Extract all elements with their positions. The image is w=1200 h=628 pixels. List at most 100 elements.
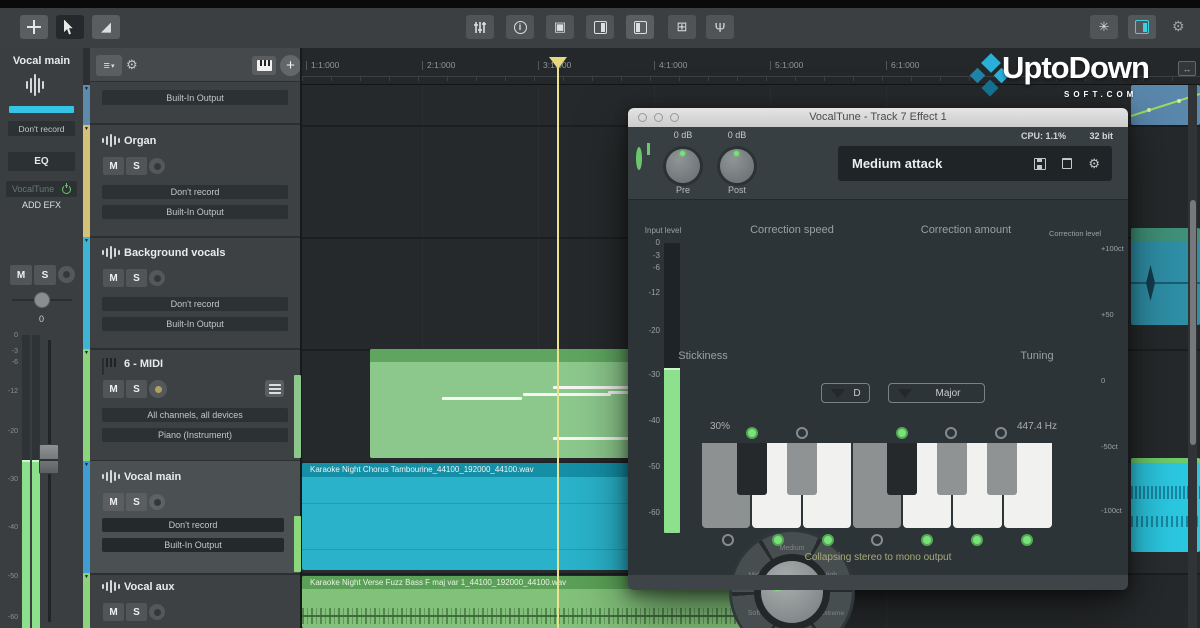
- track-solo-button[interactable]: S: [126, 603, 147, 621]
- strip-segment[interactable]: ▼: [83, 125, 90, 237]
- track-mute-button[interactable]: M: [103, 157, 124, 175]
- move-tool-button[interactable]: [20, 15, 48, 39]
- strip-segment[interactable]: ▼: [83, 85, 90, 125]
- key-asharp[interactable]: [987, 443, 1017, 495]
- zoom-fit-button[interactable]: ↔: [1178, 61, 1196, 76]
- piano-roll-button[interactable]: [265, 380, 284, 397]
- track-record-arm-button[interactable]: [149, 380, 167, 398]
- delete-preset-icon[interactable]: [1062, 158, 1072, 169]
- note-toggle-csharp[interactable]: [746, 427, 758, 439]
- tuner-button[interactable]: Ψ: [706, 15, 734, 39]
- browser-toggle-button[interactable]: [1128, 15, 1156, 39]
- sidebar-mute-button[interactable]: M: [10, 265, 32, 285]
- selected-track-row[interactable]: [90, 461, 300, 573]
- strip-segment[interactable]: ▼: [83, 461, 90, 573]
- track-mute-button[interactable]: M: [103, 493, 124, 511]
- track-output-button[interactable]: Built-In Output: [102, 90, 288, 105]
- note-toggle-g[interactable]: [921, 534, 933, 546]
- midi-clip[interactable]: [370, 349, 635, 458]
- track-record-arm-button[interactable]: [149, 494, 165, 510]
- track-solo-button[interactable]: S: [126, 493, 147, 511]
- key-gsharp[interactable]: [937, 443, 967, 495]
- key-fsharp[interactable]: [887, 443, 917, 495]
- volume-fader-handle[interactable]: [39, 444, 59, 474]
- track-name[interactable]: Vocal aux: [124, 581, 175, 593]
- key-dsharp[interactable]: [787, 443, 817, 495]
- note-toggle-c[interactable]: [722, 534, 734, 546]
- key-csharp[interactable]: [737, 443, 767, 495]
- note-toggle-gsharp[interactable]: [945, 427, 957, 439]
- track-name[interactable]: Background vocals: [124, 247, 225, 259]
- track-output-button[interactable]: Built-In Output: [102, 317, 288, 331]
- settings-gear-icon[interactable]: ⚙: [1172, 18, 1185, 35]
- track-mute-button[interactable]: M: [103, 380, 124, 398]
- track-record-arm-button[interactable]: [149, 270, 165, 286]
- track-output-button[interactable]: Built-In Output: [102, 538, 284, 552]
- note-toggle-f[interactable]: [871, 534, 883, 546]
- strip-segment[interactable]: ▼: [83, 349, 90, 461]
- vocaltune-plugin-button[interactable]: VocalTune: [6, 181, 77, 197]
- plugin-footer: [628, 575, 1128, 590]
- track-solo-button[interactable]: S: [126, 157, 147, 175]
- track-name[interactable]: Organ: [124, 135, 156, 147]
- track-record-arm-button[interactable]: [149, 158, 165, 174]
- track-record-mode-button[interactable]: Don't record: [102, 518, 284, 532]
- audio-clip-tambourine[interactable]: Karaoke Night Chorus Tambourine_44100_19…: [302, 463, 644, 570]
- scale-dropdown[interactable]: Major: [888, 383, 985, 403]
- eq-button[interactable]: EQ: [8, 152, 75, 171]
- track-record-arm-button[interactable]: [149, 604, 165, 620]
- panel-left-button[interactable]: [586, 15, 614, 39]
- note-toggle-asharp[interactable]: [995, 427, 1007, 439]
- vertical-scrollbar[interactable]: [1188, 85, 1197, 628]
- note-toggle-dsharp[interactable]: [796, 427, 808, 439]
- add-efx-button[interactable]: ADD EFX: [0, 200, 83, 210]
- preset-selector[interactable]: Medium attack ⚙: [838, 146, 1112, 181]
- track-record-mode-button[interactable]: Don't record: [102, 185, 288, 199]
- add-track-button[interactable]: +: [280, 55, 301, 76]
- track-record-mode-button[interactable]: Don't record: [102, 297, 288, 311]
- grid-select-button[interactable]: ▣: [546, 15, 574, 39]
- note-toggle-a[interactable]: [971, 534, 983, 546]
- strip-segment[interactable]: ▼: [83, 573, 90, 628]
- track-settings-gear-icon[interactable]: ⚙: [126, 57, 138, 73]
- track-filter-button[interactable]: ≡▾: [96, 55, 122, 76]
- key-dropdown[interactable]: D: [821, 383, 870, 403]
- track-output-button[interactable]: Built-In Output: [102, 205, 288, 219]
- track-solo-button[interactable]: S: [126, 269, 147, 287]
- minimize-icon[interactable]: [654, 113, 663, 122]
- record-mode-button[interactable]: Don't record: [8, 121, 75, 136]
- note-toggle-fsharp[interactable]: [896, 427, 908, 439]
- plugin-power-button[interactable]: [636, 147, 642, 170]
- fade-tool-button[interactable]: ◢: [92, 15, 120, 39]
- add-instrument-button[interactable]: ⊞: [668, 15, 696, 39]
- ruler-tick: 6:1:000: [886, 61, 919, 70]
- sidebar-solo-button[interactable]: S: [34, 265, 56, 285]
- timeline-ruler[interactable]: 1:1:000 2:1:000 3:1:000 4:1:000 5:1:000 …: [302, 48, 1200, 85]
- plugin-title-bar[interactable]: VocalTune - Track 7 Effect 1: [628, 108, 1128, 127]
- panel-right-button[interactable]: [626, 15, 654, 39]
- track-mute-button[interactable]: M: [103, 603, 124, 621]
- note-toggle-d[interactable]: [772, 534, 784, 546]
- track-output-button[interactable]: Piano (Instrument): [102, 428, 288, 442]
- track-name[interactable]: 6 - MIDI: [124, 358, 163, 370]
- track-solo-button[interactable]: S: [126, 380, 147, 398]
- pan-slider-knob[interactable]: [34, 292, 50, 308]
- info-button[interactable]: i: [506, 15, 534, 39]
- scrollbar-thumb[interactable]: [1190, 200, 1196, 445]
- track-color-bar: [9, 106, 74, 113]
- pointer-tool-button[interactable]: [56, 15, 84, 39]
- mixer-button[interactable]: [466, 15, 494, 39]
- strip-segment[interactable]: ▼: [83, 237, 90, 349]
- track-mute-button[interactable]: M: [103, 269, 124, 287]
- track-input-button[interactable]: All channels, all devices: [102, 408, 288, 422]
- sidebar-record-arm-button[interactable]: [58, 266, 75, 283]
- note-toggle-e[interactable]: [822, 534, 834, 546]
- note-toggle-b[interactable]: [1021, 534, 1033, 546]
- save-preset-icon[interactable]: [1034, 158, 1046, 170]
- preset-settings-icon[interactable]: ⚙: [1088, 156, 1100, 172]
- automation-button[interactable]: ✳: [1090, 15, 1118, 39]
- close-icon[interactable]: [638, 113, 647, 122]
- track-name[interactable]: Vocal main: [124, 471, 181, 483]
- virtual-keyboard-button[interactable]: [252, 56, 276, 75]
- maximize-icon[interactable]: [670, 113, 679, 122]
